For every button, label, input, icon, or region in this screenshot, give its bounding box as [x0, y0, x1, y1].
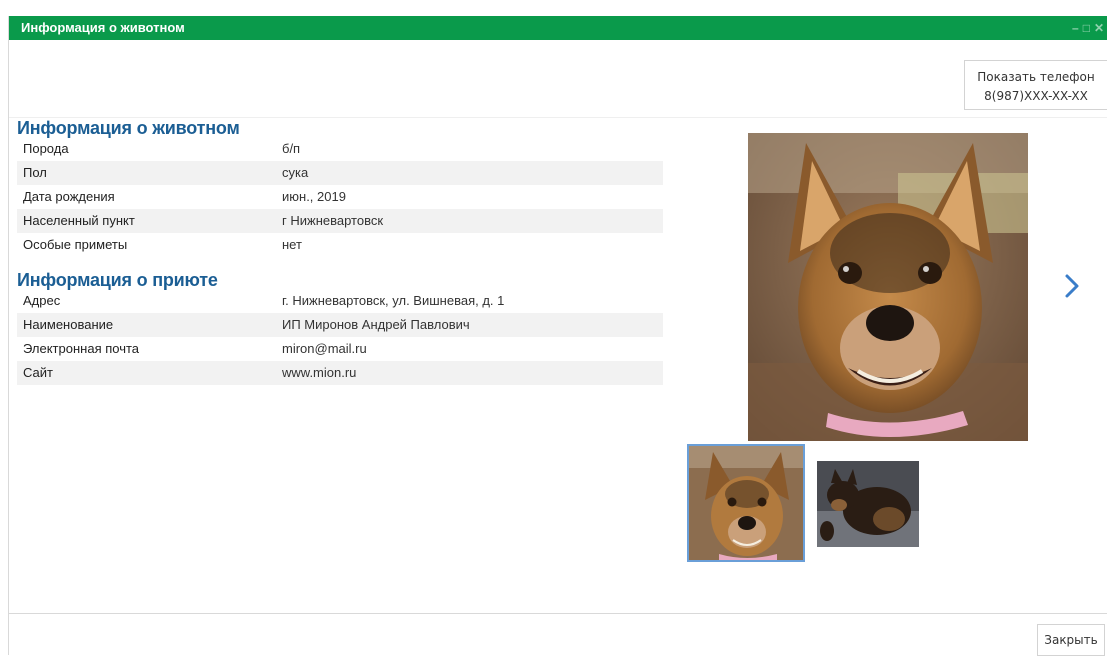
- row-value: www.mion.ru: [282, 365, 357, 380]
- thumbnail-2[interactable]: [817, 461, 919, 547]
- animal-info-dialog: Информация о животном – □ ✕ Показать тел…: [8, 16, 1107, 656]
- table-row: Наименование ИП Миронов Андрей Павлович: [17, 313, 663, 337]
- dog-photo-image: [748, 133, 1028, 441]
- row-label: Порода: [23, 141, 69, 156]
- main-photo: [748, 133, 1028, 441]
- table-row: Особые приметы нет: [17, 233, 663, 257]
- maximize-icon[interactable]: □: [1083, 16, 1090, 40]
- close-icon[interactable]: ✕: [1094, 16, 1104, 40]
- row-label: Адрес: [23, 293, 61, 308]
- shelter-section-title: Информация о приюте: [17, 270, 218, 290]
- animal-info-table: Порода б/п Пол сука Дата рождения июн., …: [17, 137, 663, 257]
- dialog-titlebar: Информация о животном – □ ✕: [9, 16, 1107, 40]
- minimize-icon[interactable]: –: [1072, 16, 1079, 40]
- dog-thumbnail-image: [689, 446, 803, 560]
- chevron-right-icon[interactable]: [1061, 272, 1083, 300]
- table-row: Пол сука: [17, 161, 663, 185]
- table-row: Населенный пункт г Нижневартовск: [17, 209, 663, 233]
- row-value: ИП Миронов Андрей Павлович: [282, 317, 470, 332]
- row-value: г. Нижневартовск, ул. Вишневая, д. 1: [282, 293, 505, 308]
- dialog-title: Информация о животном: [21, 20, 185, 35]
- phone-number: 8(987)XXX-XX-XX: [984, 89, 1088, 103]
- animal-section-title: Информация о животном: [17, 118, 240, 138]
- shelter-info-table: Адрес г. Нижневартовск, ул. Вишневая, д.…: [17, 289, 663, 385]
- row-label: Пол: [23, 165, 47, 180]
- row-value: сука: [282, 165, 309, 180]
- table-row: Электронная почта miron@mail.ru: [17, 337, 663, 361]
- table-row: Дата рождения июн., 2019: [17, 185, 663, 209]
- footer-divider: [9, 613, 1107, 614]
- table-row: Сайт www.mion.ru: [17, 361, 663, 385]
- row-label: Населенный пункт: [23, 213, 135, 228]
- window-controls: – □ ✕: [1072, 16, 1104, 40]
- row-label: Электронная почта: [23, 341, 140, 356]
- table-row: Адрес г. Нижневартовск, ул. Вишневая, д.…: [17, 289, 663, 313]
- thumbnail-1-selected[interactable]: [687, 444, 805, 562]
- dog-thumbnail-image: [817, 461, 919, 547]
- row-label: Дата рождения: [23, 189, 115, 204]
- show-phone-button[interactable]: Показать телефон 8(987)XXX-XX-XX: [964, 60, 1107, 110]
- row-label: Сайт: [23, 365, 53, 380]
- row-label: Особые приметы: [23, 237, 128, 252]
- row-value: нет: [282, 237, 302, 252]
- row-value: г Нижневартовск: [282, 213, 384, 228]
- show-phone-label: Показать телефон: [977, 70, 1095, 84]
- row-value: miron@mail.ru: [282, 341, 367, 356]
- close-button[interactable]: Закрыть: [1037, 624, 1105, 656]
- row-label: Наименование: [23, 317, 114, 332]
- table-row: Порода б/п: [17, 137, 663, 161]
- row-value: б/п: [282, 141, 301, 156]
- row-value: июн., 2019: [282, 189, 346, 204]
